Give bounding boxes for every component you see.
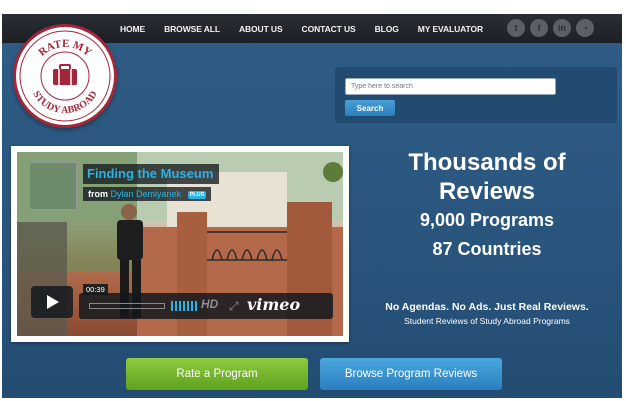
- volume-control[interactable]: [171, 301, 197, 311]
- video-controls: HD ⤢ vimeo: [79, 293, 333, 319]
- site-logo[interactable]: RATE MY STUDY ABROAD: [13, 24, 117, 128]
- plus-badge: PLUS: [187, 190, 207, 199]
- hd-toggle[interactable]: HD: [201, 297, 218, 311]
- fullscreen-icon[interactable]: ⤢: [229, 299, 239, 314]
- sub-tagline: Student Reviews of Study Abroad Programs: [404, 316, 570, 326]
- countries-count: 87 Countries: [432, 239, 542, 259]
- logo-badge: RATE MY STUDY ABROAD: [19, 30, 111, 122]
- play-button[interactable]: [31, 286, 73, 318]
- nav-browse-all[interactable]: BROWSE ALL: [164, 24, 220, 34]
- main-nav: HOME BROWSE ALL ABOUT US CONTACT US BLOG…: [120, 14, 502, 43]
- rss-icon[interactable]: ◔: [576, 19, 594, 37]
- nav-about-us[interactable]: ABOUT US: [239, 24, 283, 34]
- rate-program-button[interactable]: Rate a Program: [126, 358, 308, 390]
- linkedin-icon[interactable]: in: [553, 19, 571, 37]
- social-links: t f in ◔: [507, 19, 599, 37]
- facebook-icon[interactable]: f: [530, 19, 548, 37]
- logo-bottom-text: STUDY ABROAD: [30, 89, 99, 116]
- vimeo-logo[interactable]: vimeo: [247, 295, 300, 314]
- author-thumbnail[interactable]: [29, 162, 77, 210]
- tagline: No Agendas. No Ads. Just Real Reviews.: [385, 301, 589, 313]
- video-title[interactable]: Finding the Museum: [83, 164, 220, 184]
- nav-blog[interactable]: BLOG: [375, 24, 399, 34]
- nav-contact-us[interactable]: CONTACT US: [302, 24, 356, 34]
- headline-line-2: Reviews: [438, 178, 536, 205]
- browse-reviews-button[interactable]: Browse Program Reviews: [320, 358, 502, 390]
- video-player[interactable]: Finding the Museum from Dylan Demiyanek …: [17, 152, 343, 336]
- search-panel: Search: [335, 67, 617, 123]
- nav-my-evaluator[interactable]: MY EVALUATOR: [418, 24, 483, 34]
- video-author[interactable]: Dylan Demiyanek: [111, 189, 182, 199]
- hero-stats: Thousands of Reviews 9,000 Programs 87 C…: [352, 148, 622, 264]
- search-button[interactable]: Search: [345, 100, 395, 116]
- search-input[interactable]: [345, 78, 556, 95]
- page: HOME BROWSE ALL ABOUT US CONTACT US BLOG…: [0, 0, 626, 401]
- programs-count: 9,000 Programs: [419, 210, 555, 230]
- from-label: from: [88, 189, 108, 199]
- twitter-icon[interactable]: t: [507, 19, 525, 37]
- logo-top-text: RATE MY: [36, 38, 93, 59]
- headline-line-1: Thousands of: [408, 149, 566, 176]
- play-icon: [47, 295, 59, 309]
- suitcase-icon: [53, 64, 77, 85]
- video-frame: Finding the Museum from Dylan Demiyanek …: [11, 146, 349, 342]
- nav-home[interactable]: HOME: [120, 24, 145, 34]
- video-byline: from Dylan Demiyanek PLUS: [83, 187, 212, 201]
- site-container: HOME BROWSE ALL ABOUT US CONTACT US BLOG…: [2, 14, 622, 398]
- progress-bar[interactable]: [89, 303, 165, 309]
